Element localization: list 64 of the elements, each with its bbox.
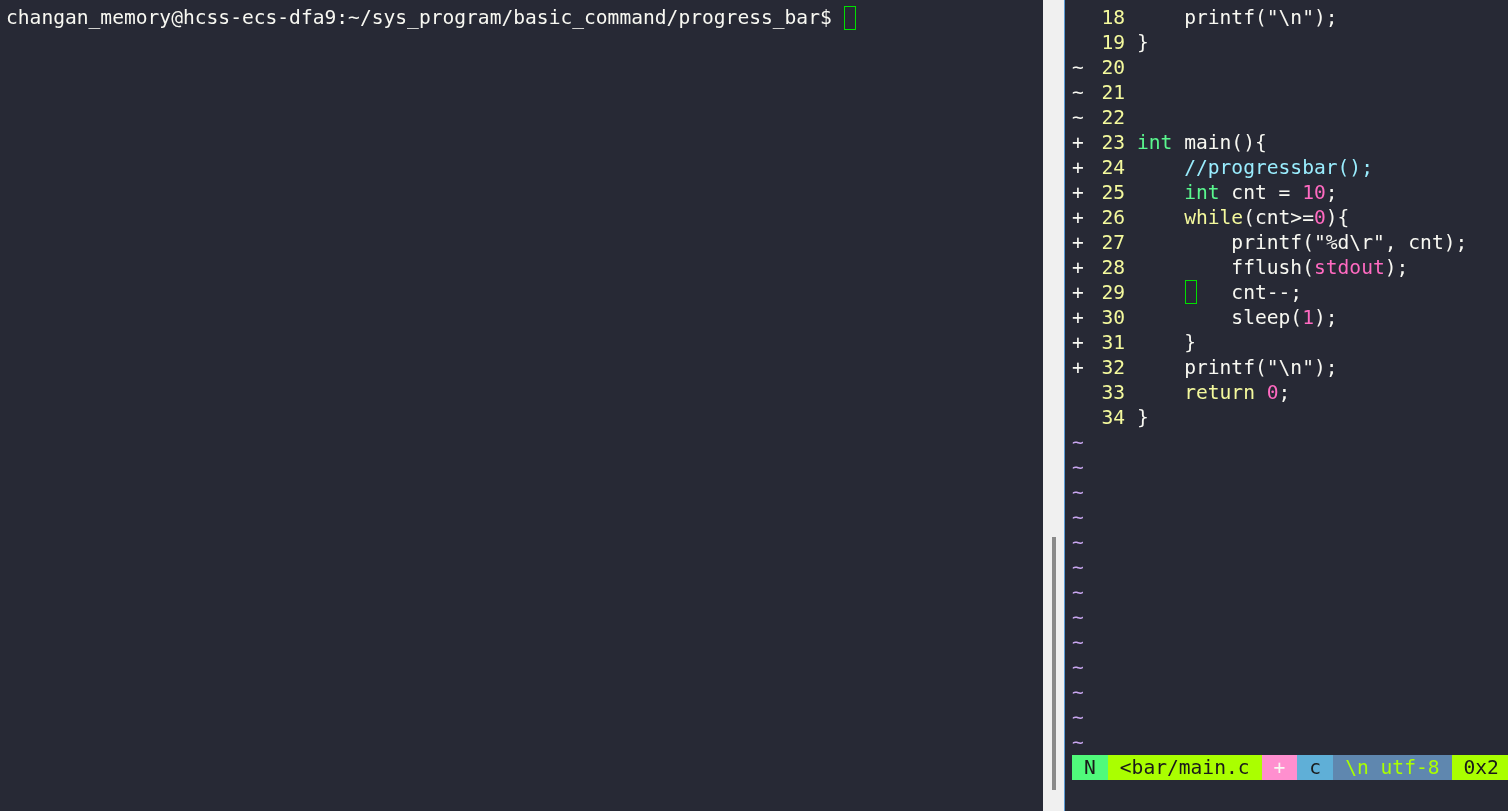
diff-sign: + (1072, 130, 1084, 155)
code-text: } (1137, 406, 1149, 429)
line-number: 26 (1101, 205, 1125, 230)
diff-sign: + (1072, 305, 1084, 330)
empty-line-marker: ~ (1071, 430, 1084, 455)
diff-sign: + (1072, 155, 1084, 180)
code-text: fflush(stdout); (1230, 256, 1409, 279)
line-number: 34 (1101, 405, 1125, 430)
code-text: sleep(1); (1230, 306, 1338, 329)
line-number: 22 (1101, 105, 1125, 130)
code-text: printf("\n"); (1183, 6, 1338, 29)
code-text: int main(){ (1137, 131, 1267, 154)
empty-line-marker: ~ (1071, 455, 1084, 480)
status-segment: 0x2 (1451, 755, 1508, 780)
line-number: 24 (1101, 155, 1125, 180)
empty-line-marker: ~ (1071, 555, 1084, 580)
line-number: 18 (1101, 5, 1125, 30)
empty-line-marker: ~ (1071, 705, 1084, 730)
line-number: 19 (1101, 30, 1125, 55)
empty-line-marker: ~ (1071, 605, 1084, 630)
status-segment: N (1072, 755, 1108, 780)
code-text: cnt--; (1230, 281, 1303, 304)
line-number: 25 (1101, 180, 1125, 205)
code-text: } (1137, 31, 1149, 54)
diff-sign: + (1072, 330, 1084, 355)
code-text: int cnt = 10; (1183, 181, 1338, 204)
line-number: 32 (1101, 355, 1125, 380)
diff-sign: ~ (1072, 105, 1084, 130)
shell-prompt: changan_memory@hcss-ecs-dfa9:~/sys_program/basic_command/progress_bar$ (6, 5, 832, 30)
code-text: //progressbar(); (1183, 156, 1373, 179)
status-segment: <bar/main.c (1107, 755, 1262, 780)
code-text: printf("\n"); (1183, 356, 1338, 379)
diff-sign: ~ (1072, 55, 1084, 80)
empty-line-marker: ~ (1071, 530, 1084, 555)
diff-sign: + (1072, 355, 1084, 380)
code-text: printf("%d\r", cnt); (1230, 231, 1468, 254)
line-number: 31 (1101, 330, 1125, 355)
empty-line-marker: ~ (1071, 505, 1084, 530)
line-number: 30 (1101, 305, 1125, 330)
line-number: 21 (1101, 80, 1125, 105)
line-number: 27 (1101, 230, 1125, 255)
code-text: } (1183, 331, 1196, 354)
line-number: 20 (1101, 55, 1125, 80)
status-segment: + (1261, 755, 1298, 780)
diff-sign: + (1072, 255, 1084, 280)
line-number: 29 (1101, 280, 1125, 305)
line-number: 28 (1101, 255, 1125, 280)
empty-line-marker: ~ (1071, 680, 1084, 705)
empty-line-marker: ~ (1071, 630, 1084, 655)
diff-sign: + (1072, 280, 1084, 305)
empty-line-marker: ~ (1071, 580, 1084, 605)
empty-line-marker: ~ (1071, 730, 1084, 755)
line-number: 23 (1101, 130, 1125, 155)
line-number: 33 (1101, 380, 1125, 405)
code-text: return 0; (1183, 381, 1291, 404)
diff-sign: + (1072, 205, 1084, 230)
status-segment: c (1297, 755, 1334, 780)
diff-sign: + (1072, 230, 1084, 255)
diff-sign: ~ (1072, 80, 1084, 105)
empty-line-marker: ~ (1071, 480, 1084, 505)
empty-line-marker: ~ (1071, 655, 1084, 680)
code-text: while(cnt>=0){ (1183, 206, 1350, 229)
status-segment: \n utf-8 (1333, 755, 1452, 780)
diff-sign: + (1072, 180, 1084, 205)
